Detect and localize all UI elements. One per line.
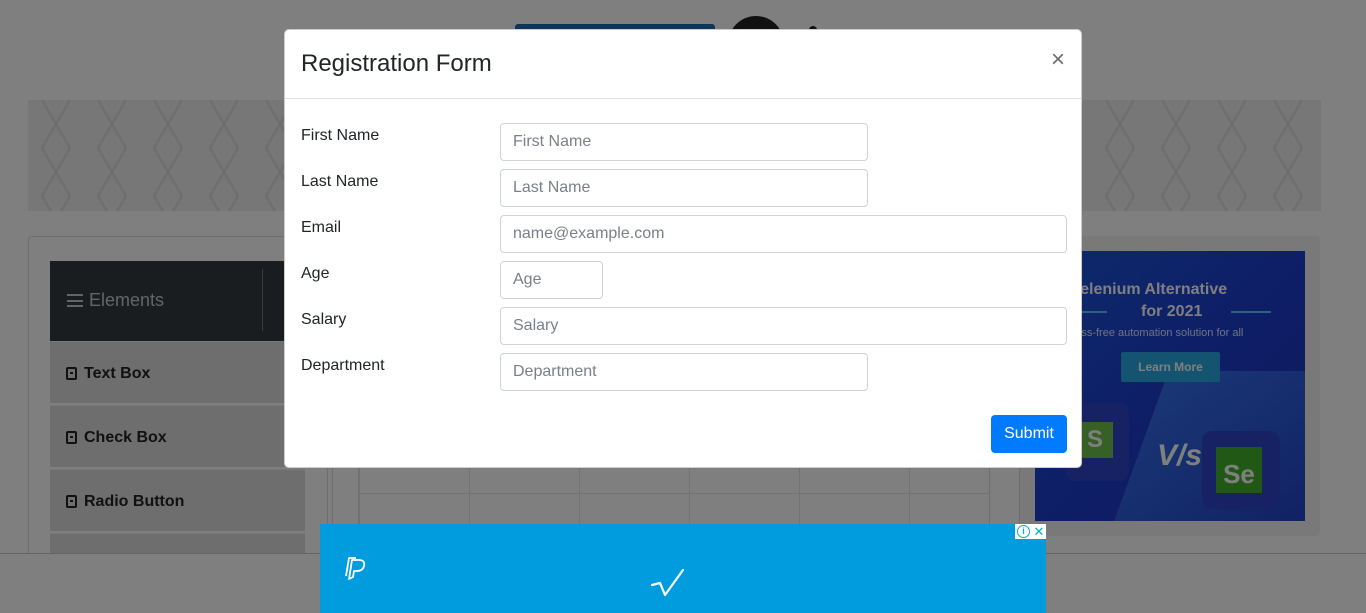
email-label: Email xyxy=(301,219,342,236)
submit-button[interactable]: Submit xyxy=(991,415,1067,453)
department-input[interactable] xyxy=(500,353,868,391)
last-name-label: Last Name xyxy=(301,173,379,190)
age-label: Age xyxy=(301,265,330,282)
adchoices-badge[interactable]: i ✕ xyxy=(1015,524,1046,539)
close-button[interactable]: × xyxy=(1047,46,1069,74)
salary-label: Salary xyxy=(301,311,347,328)
close-ad-icon[interactable]: ✕ xyxy=(1032,524,1046,539)
info-icon[interactable]: i xyxy=(1017,525,1030,538)
email-input[interactable] xyxy=(500,215,1067,253)
modal-header: Registration Form × xyxy=(285,30,1081,99)
paypal-logo-icon xyxy=(345,557,366,580)
bottom-ad-banner[interactable]: i ✕ xyxy=(320,524,1046,613)
salary-input[interactable] xyxy=(500,307,1067,345)
age-input[interactable] xyxy=(500,261,603,299)
checkmark-icon xyxy=(650,568,685,597)
department-label: Department xyxy=(301,357,385,374)
first-name-input[interactable] xyxy=(500,123,868,161)
registration-modal: Registration Form × First Name Last Name… xyxy=(284,29,1082,468)
first-name-label: First Name xyxy=(301,127,380,144)
last-name-input[interactable] xyxy=(500,169,868,207)
modal-title: Registration Form xyxy=(301,50,492,77)
